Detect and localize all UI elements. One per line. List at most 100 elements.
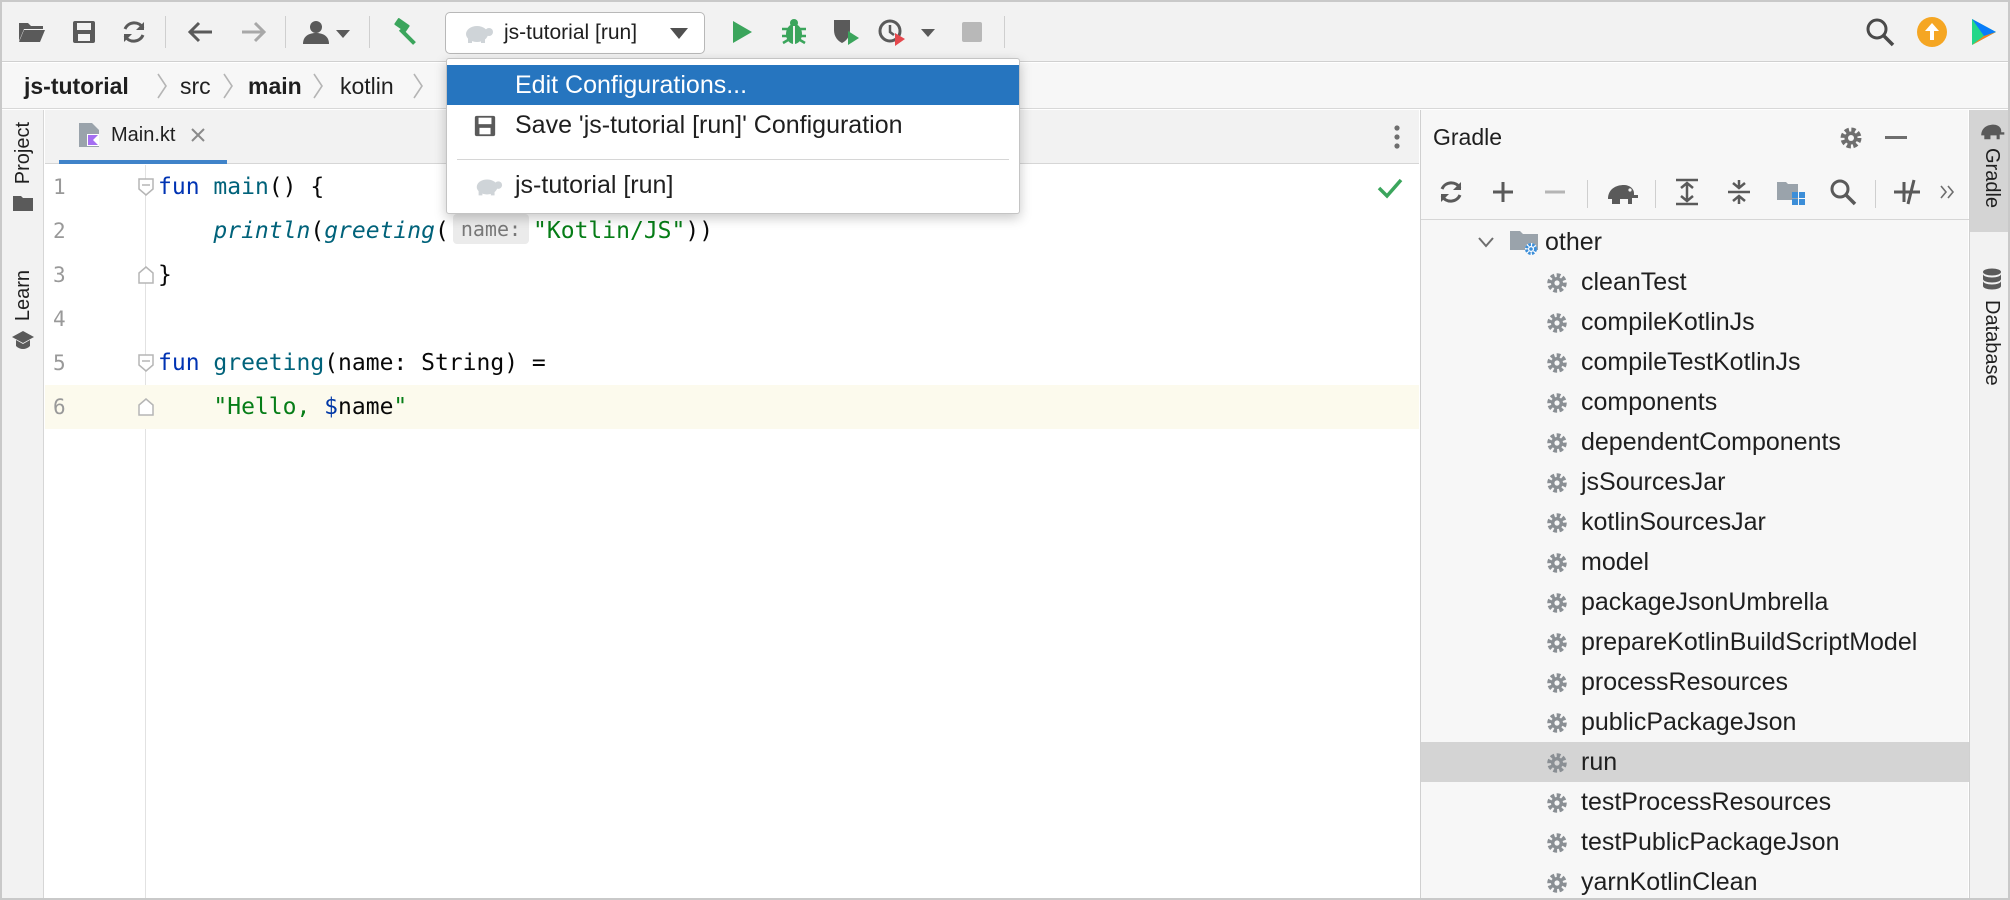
database-icon (1982, 268, 2001, 290)
line-number: 4 (53, 307, 66, 331)
tree-task-row[interactable]: compileTestKotlinJs (1421, 342, 1969, 382)
tree-task-row[interactable]: run (1421, 742, 1969, 782)
code-line-current[interactable]: 6 "Hello, $name" (45, 385, 1419, 429)
tree-task-row[interactable]: kotlinSourcesJar (1421, 502, 1969, 542)
close-icon[interactable] (189, 126, 207, 144)
code-line[interactable]: 3 } (45, 253, 1419, 297)
debug-bug-icon[interactable] (774, 12, 814, 52)
fold-end-icon[interactable] (138, 266, 154, 284)
tree-task-label: compileTestKotlinJs (1581, 348, 1801, 376)
project-tool-tab[interactable]: Project (2, 122, 44, 212)
database-tool-label: Database (1981, 300, 2003, 386)
stop-icon[interactable] (952, 12, 992, 52)
run-icon[interactable] (722, 12, 762, 52)
remove-icon[interactable] (1539, 176, 1571, 208)
gradle-elephant-icon[interactable] (1603, 176, 1641, 208)
gradle-elephant-icon (1980, 124, 2004, 140)
tree-task-label: model (1581, 548, 1650, 576)
tree-task-row[interactable]: testProcessResources (1421, 782, 1969, 822)
tree-task-label: run (1581, 748, 1618, 776)
turtle-icon (476, 179, 503, 196)
chevron-right-icon (413, 73, 423, 99)
code-editor[interactable]: 1 fun main() { 2 println(greeting(name: "… (45, 165, 1419, 898)
collapse-all-icon[interactable] (1723, 176, 1755, 208)
fold-end-icon[interactable] (138, 398, 154, 416)
menu-separator (457, 159, 1009, 160)
settings-gear-icon[interactable] (1837, 124, 1865, 152)
folder-gear-icon (1510, 231, 1538, 255)
breadcrumb-kotlin[interactable]: kotlin (340, 63, 394, 109)
breadcrumb-project[interactable]: js-tutorial (24, 63, 129, 109)
gradle-tool-window: Gradle other cleanTest compileKotlinJs c… (1420, 110, 1969, 898)
search-icon[interactable] (1860, 12, 1900, 52)
update-arrow-icon[interactable] (1912, 12, 1952, 52)
sync-icon[interactable] (114, 12, 154, 52)
learn-tool-tab[interactable]: Learn (2, 270, 44, 351)
fold-marker-icon[interactable] (138, 178, 154, 196)
tree-task-row[interactable]: testPublicPackageJson (1421, 822, 1969, 862)
task-gear-icon (1547, 513, 1567, 533)
gradle-tool-tab[interactable]: Gradle (1970, 110, 2008, 232)
vcs-user-icon[interactable] (298, 12, 356, 52)
tree-task-row[interactable]: dependentComponents (1421, 422, 1969, 462)
tree-group-other[interactable]: other (1421, 222, 1969, 262)
breadcrumb-src[interactable]: src (180, 63, 211, 109)
chevron-right-icon (313, 73, 323, 99)
tree-task-row[interactable]: components (1421, 382, 1969, 422)
project-tool-label: Project (11, 122, 34, 185)
code-line[interactable]: 2 println(greeting(name: "Kotlin/JS")) (45, 209, 1419, 253)
open-folder-icon[interactable] (12, 12, 52, 52)
learn-tool-label: Learn (11, 270, 34, 322)
coverage-shield-icon[interactable] (826, 12, 866, 52)
run-configuration-selector[interactable]: js-tutorial [run] (445, 12, 705, 54)
tab-label: Main.kt (111, 123, 176, 146)
tree-task-row[interactable]: packageJsonUmbrella (1421, 582, 1969, 622)
breadcrumb-main[interactable]: main (248, 63, 302, 109)
expand-all-icon[interactable] (1671, 176, 1703, 208)
group-modules-icon[interactable] (1775, 176, 1807, 208)
code-text: fun greeting(name: String) = (158, 350, 546, 376)
code-text: fun main() { (158, 174, 325, 200)
search-icon[interactable] (1827, 176, 1859, 208)
double-chevron-right-icon[interactable] (1935, 176, 1959, 208)
turtle-icon (462, 21, 494, 45)
line-number: 1 (53, 175, 66, 199)
tree-task-row[interactable]: yarnKotlinClean (1421, 862, 1969, 898)
task-gear-icon (1547, 433, 1567, 453)
edit-configurations-item[interactable]: Edit Configurations... (447, 65, 1019, 105)
task-gear-icon (1547, 833, 1567, 853)
add-icon[interactable] (1487, 176, 1519, 208)
chevron-down-icon[interactable] (1477, 234, 1495, 250)
code-line[interactable]: 4 (45, 297, 1419, 341)
tree-task-row[interactable]: model (1421, 542, 1969, 582)
tree-task-label: components (1581, 388, 1718, 416)
tree-task-row[interactable]: jsSourcesJar (1421, 462, 1969, 502)
jetbrains-toolbox-icon[interactable] (1964, 12, 2004, 52)
minimize-icon[interactable] (1885, 136, 1907, 139)
tree-task-row[interactable]: publicPackageJson (1421, 702, 1969, 742)
save-configuration-item[interactable]: Save 'js-tutorial [run]' Configuration (447, 105, 1019, 145)
back-arrow-icon[interactable] (180, 12, 220, 52)
task-gear-icon (1547, 593, 1567, 613)
ide-window: js-tutorial [run] js-tutorial src main k… (0, 0, 2010, 900)
parameter-hint: name: (452, 214, 530, 244)
tab-main-kt[interactable]: Main.kt (59, 110, 227, 164)
tree-task-row[interactable]: compileKotlinJs (1421, 302, 1969, 342)
toggle-offline-icon[interactable] (1891, 176, 1923, 208)
tree-task-row[interactable]: prepareKotlinBuildScriptModel (1421, 622, 1969, 662)
profiler-icon[interactable] (876, 12, 938, 52)
save-icon[interactable] (64, 12, 104, 52)
task-gear-icon (1547, 673, 1567, 693)
database-tool-tab[interactable]: Database (1970, 268, 2008, 386)
reload-icon[interactable] (1435, 176, 1467, 208)
build-hammer-icon[interactable] (385, 12, 425, 52)
forward-arrow-icon[interactable] (234, 12, 274, 52)
tree-task-row[interactable]: processResources (1421, 662, 1969, 702)
task-gear-icon (1547, 273, 1567, 293)
tree-task-row[interactable]: cleanTest (1421, 262, 1969, 302)
code-line[interactable]: 5 fun greeting(name: String) = (45, 341, 1419, 385)
tree-task-label: publicPackageJson (1581, 708, 1797, 736)
more-options-icon[interactable] (1393, 124, 1401, 150)
fold-marker-icon[interactable] (138, 354, 154, 372)
js-tutorial-run-item[interactable]: js-tutorial [run] (447, 165, 1019, 205)
